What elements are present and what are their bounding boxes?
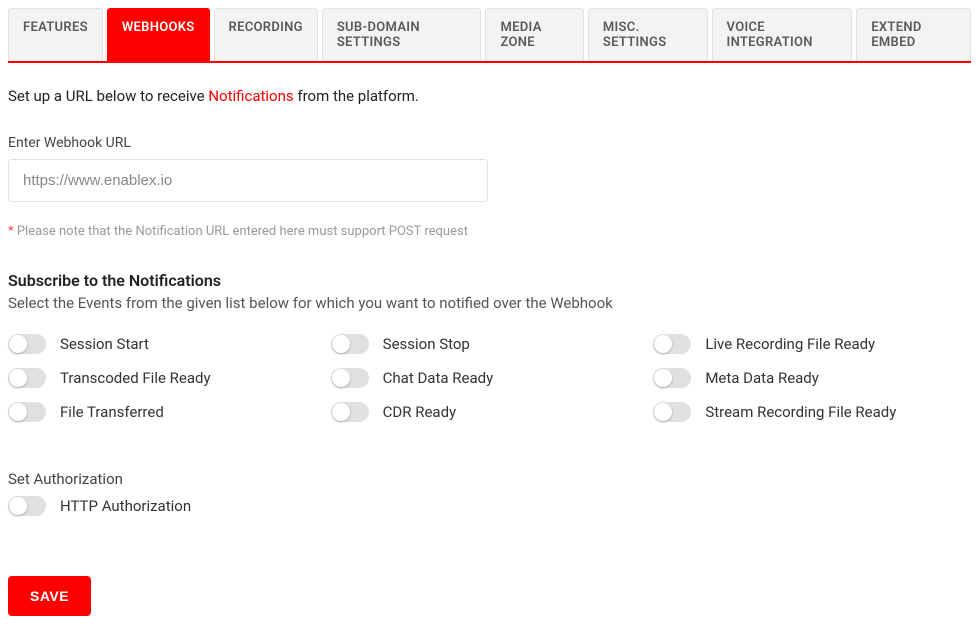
toggle-live-recording-file-ready[interactable] (653, 334, 691, 354)
tab-subdomain-settings[interactable]: SUB-DOMAIN SETTINGS (322, 8, 482, 61)
event-live-recording-file-ready: Live Recording File Ready (653, 334, 968, 354)
tab-recording[interactable]: RECORDING (214, 8, 318, 61)
toggle-cdr-ready[interactable] (331, 402, 369, 422)
intro-suffix: from the platform. (294, 87, 419, 105)
event-label: Live Recording File Ready (705, 335, 875, 353)
tab-voice-integration[interactable]: VOICE INTEGRATION (712, 8, 853, 61)
auth-section: Set Authorization HTTP Authorization (8, 470, 971, 516)
auth-toggle-label: HTTP Authorization (60, 497, 191, 515)
event-label: Stream Recording File Ready (705, 403, 896, 421)
event-label: Session Stop (383, 335, 470, 353)
toggle-knob-icon (654, 369, 672, 387)
event-session-stop: Session Stop (331, 334, 646, 354)
toggle-knob-icon (332, 369, 350, 387)
asterisk-icon: * (8, 224, 17, 239)
event-cdr-ready: CDR Ready (331, 402, 646, 422)
tab-misc-settings[interactable]: MISC. SETTINGS (588, 8, 708, 61)
events-grid: Session Start Session Stop Live Recordin… (8, 334, 968, 422)
event-label: CDR Ready (383, 403, 456, 421)
toggle-knob-icon (9, 497, 27, 515)
webhook-url-input[interactable] (8, 159, 488, 202)
event-meta-data-ready: Meta Data Ready (653, 368, 968, 388)
toggle-knob-icon (332, 335, 350, 353)
tab-webhooks[interactable]: WEBHOOKS (107, 8, 210, 61)
auth-section-label: Set Authorization (8, 470, 971, 488)
event-label: File Transferred (60, 403, 164, 421)
tab-features[interactable]: FEATURES (8, 8, 103, 61)
toggle-stream-recording-file-ready[interactable] (653, 402, 691, 422)
save-button[interactable]: SAVE (8, 576, 91, 616)
webhook-url-label: Enter Webhook URL (8, 135, 971, 151)
toggle-http-authorization[interactable] (8, 496, 46, 516)
event-label: Transcoded File Ready (60, 369, 211, 387)
toggle-knob-icon (9, 403, 27, 421)
toggle-transcoded-file-ready[interactable] (8, 368, 46, 388)
note-text: Please note that the Notification URL en… (17, 224, 468, 239)
toggle-knob-icon (654, 335, 672, 353)
toggle-session-start[interactable] (8, 334, 46, 354)
event-label: Chat Data Ready (383, 369, 494, 387)
toggle-knob-icon (332, 403, 350, 421)
intro-prefix: Set up a URL below to receive (8, 87, 208, 105)
event-label: Meta Data Ready (705, 369, 819, 387)
event-transcoded-file-ready: Transcoded File Ready (8, 368, 323, 388)
event-session-start: Session Start (8, 334, 323, 354)
toggle-knob-icon (9, 335, 27, 353)
auth-toggle-item: HTTP Authorization (8, 496, 971, 516)
tab-content: Set up a URL below to receive Notificati… (8, 63, 971, 616)
toggle-knob-icon (654, 403, 672, 421)
post-request-note: * Please note that the Notification URL … (8, 224, 971, 239)
event-file-transferred: File Transferred (8, 402, 323, 422)
tabs-bar: FEATURES WEBHOOKS RECORDING SUB-DOMAIN S… (8, 8, 971, 63)
tab-media-zone[interactable]: MEDIA ZONE (485, 8, 583, 61)
toggle-file-transferred[interactable] (8, 402, 46, 422)
toggle-chat-data-ready[interactable] (331, 368, 369, 388)
notifications-link[interactable]: Notifications (208, 87, 293, 105)
toggle-session-stop[interactable] (331, 334, 369, 354)
intro-text: Set up a URL below to receive Notificati… (8, 87, 971, 105)
toggle-knob-icon (9, 369, 27, 387)
toggle-meta-data-ready[interactable] (653, 368, 691, 388)
event-chat-data-ready: Chat Data Ready (331, 368, 646, 388)
event-label: Session Start (60, 335, 149, 353)
tab-extend-embed[interactable]: EXTEND EMBED (856, 8, 971, 61)
event-stream-recording-file-ready: Stream Recording File Ready (653, 402, 968, 422)
subscribe-title: Subscribe to the Notifications (8, 271, 971, 290)
subscribe-desc: Select the Events from the given list be… (8, 294, 971, 312)
